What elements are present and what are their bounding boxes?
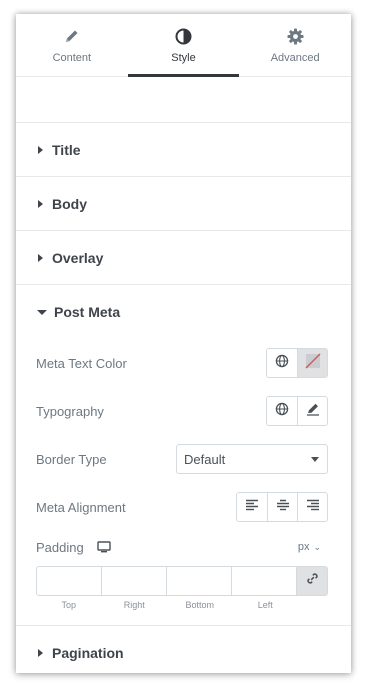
meta-text-color-control: Meta Text Color [16, 339, 351, 387]
alignment-button-group [236, 492, 328, 522]
edit-typography-button[interactable] [297, 397, 327, 425]
meta-alignment-control: Meta Alignment [16, 483, 351, 531]
padding-header: Padding px ⌄ [16, 531, 351, 563]
section-pagination-label: Pagination [52, 645, 124, 661]
chevron-down-icon: ⌄ [313, 541, 321, 552]
tab-advanced-label: Advanced [270, 52, 320, 64]
globe-icon [275, 402, 289, 421]
border-type-value: Default [184, 451, 226, 467]
caret-down-icon [37, 309, 47, 315]
label-top: Top [61, 600, 76, 610]
global-typography-button[interactable] [267, 397, 297, 425]
tab-advanced[interactable]: Advanced [239, 14, 351, 76]
meta-alignment-label: Meta Alignment [36, 499, 126, 515]
typography-control: Typography [16, 387, 351, 435]
unit-selector[interactable]: px ⌄ [298, 541, 321, 553]
section-title-label: Title [52, 141, 81, 158]
section-title[interactable]: Title [16, 123, 351, 177]
border-type-label: Border Type [36, 451, 107, 467]
padding-bottom-input[interactable] [167, 567, 232, 595]
border-type-select[interactable]: Default [176, 444, 328, 474]
label-right: Right [123, 600, 145, 610]
tab-style[interactable]: Style [127, 14, 240, 77]
align-right-button[interactable] [297, 493, 327, 521]
empty-row [16, 77, 351, 123]
section-pagination[interactable]: Pagination [16, 626, 351, 673]
padding-right-input[interactable] [102, 567, 167, 595]
align-left-icon [245, 498, 259, 516]
section-overlay[interactable]: Overlay [16, 231, 351, 285]
empty-color-swatch-icon [305, 353, 321, 374]
link-icon [306, 572, 319, 590]
color-picker-button[interactable] [297, 349, 327, 377]
section-body-label: Body [52, 195, 87, 212]
chevron-down-icon [311, 457, 319, 462]
unit-value: px [297, 541, 310, 553]
border-type-control: Border Type Default [16, 435, 351, 483]
label-bottom: Bottom [185, 600, 214, 610]
caret-right-icon [38, 145, 43, 154]
global-colors-button[interactable] [267, 349, 297, 377]
typography-button-group [266, 396, 328, 426]
align-right-icon [306, 498, 320, 516]
pencil-icon [306, 402, 320, 421]
tab-content[interactable]: Content [16, 14, 128, 76]
section-overlay-label: Overlay [52, 249, 104, 266]
caret-right-icon [38, 649, 43, 657]
section-body[interactable]: Body [16, 177, 351, 231]
padding-left-input[interactable] [232, 567, 297, 595]
caret-right-icon [38, 199, 43, 208]
padding-top-input[interactable] [37, 567, 102, 595]
post-meta-controls: Meta Text Color Typography Border Type D… [16, 339, 351, 626]
tab-style-label: Style [171, 52, 196, 64]
desktop-icon[interactable] [97, 541, 111, 553]
dimension-labels: Top Right Bottom Left [36, 600, 298, 610]
panel-tabs: Content Style Advanced [16, 14, 351, 77]
dimensions-inputs [36, 566, 328, 596]
padding-dimensions: Top Right Bottom Left [16, 563, 351, 613]
link-values-button[interactable] [297, 567, 327, 595]
pencil-icon [64, 27, 80, 45]
caret-right-icon [38, 253, 43, 262]
align-center-button[interactable] [267, 493, 297, 521]
color-button-group [266, 348, 328, 378]
section-post-meta-label: Post Meta [54, 304, 121, 320]
align-left-button[interactable] [237, 493, 267, 521]
contrast-icon [175, 27, 192, 45]
section-post-meta[interactable]: Post Meta [16, 285, 351, 339]
meta-text-color-label: Meta Text Color [36, 355, 127, 371]
padding-label: Padding [36, 539, 84, 555]
align-center-icon [276, 498, 290, 516]
label-left: Left [257, 600, 273, 610]
tab-content-label: Content [52, 52, 92, 64]
globe-icon [275, 354, 289, 373]
typography-label: Typography [36, 403, 104, 419]
gear-icon [287, 27, 304, 45]
style-panel: Content Style Advanced Title Body Overla… [16, 14, 351, 673]
